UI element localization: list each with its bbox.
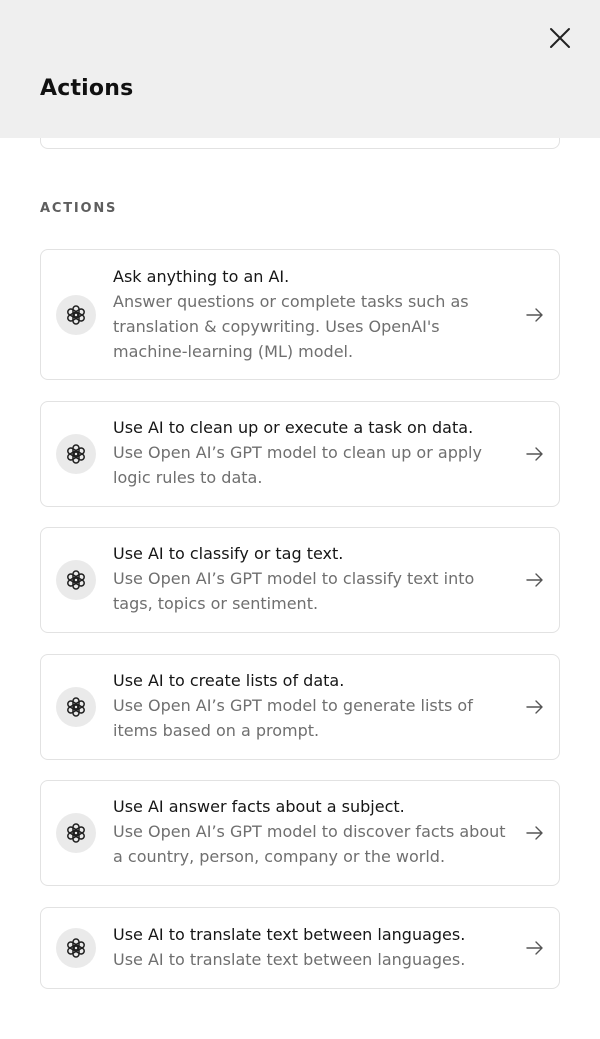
- action-card-ask-anything[interactable]: Ask anything to an AI. Answer questions …: [40, 249, 560, 380]
- action-title: Use AI answer facts about a subject.: [113, 797, 405, 816]
- action-description: Answer questions or complete tasks such …: [113, 292, 469, 361]
- action-title: Use AI to translate text between languag…: [113, 925, 466, 944]
- previous-card[interactable]: [40, 138, 560, 149]
- openai-icon: [56, 560, 96, 600]
- arrow-right-icon: [525, 823, 545, 843]
- action-card-clean-up-data[interactable]: Use AI to clean up or execute a task on …: [40, 401, 560, 507]
- actions-panel-header: Actions: [0, 0, 600, 138]
- openai-icon: [56, 294, 96, 335]
- close-icon: [550, 28, 570, 48]
- openai-icon: [56, 434, 96, 474]
- arrow-right-icon: [525, 938, 545, 958]
- openai-icon: [56, 928, 96, 968]
- action-card-create-lists[interactable]: Use AI to create lists of data. Use Open…: [40, 654, 560, 760]
- arrow-right-icon: [525, 570, 545, 590]
- actions-scroll-area[interactable]: ACTIONS Ask anything to an AI. Answer qu…: [0, 138, 600, 1039]
- action-description: Use Open AI’s GPT model to discover fact…: [113, 822, 506, 866]
- action-title: Use AI to classify or tag text.: [113, 544, 344, 563]
- section-heading: ACTIONS: [40, 201, 118, 216]
- close-button[interactable]: [546, 24, 574, 52]
- action-description: Use Open AI’s GPT model to generate list…: [113, 696, 473, 740]
- arrow-right-icon: [525, 697, 545, 717]
- action-description: Use Open AI’s GPT model to classify text…: [113, 569, 475, 613]
- action-title: Use AI to create lists of data.: [113, 671, 345, 690]
- action-description: Use AI to translate text between languag…: [113, 950, 466, 969]
- action-card-classify-text[interactable]: Use AI to classify or tag text. Use Open…: [40, 527, 560, 633]
- arrow-right-icon: [525, 305, 545, 325]
- action-title: Use AI to clean up or execute a task on …: [113, 418, 474, 437]
- action-card-answer-facts[interactable]: Use AI answer facts about a subject. Use…: [40, 780, 560, 886]
- page-title: Actions: [40, 76, 134, 101]
- action-card-translate-text[interactable]: Use AI to translate text between languag…: [40, 907, 560, 989]
- arrow-right-icon: [525, 444, 545, 464]
- openai-icon: [56, 687, 96, 727]
- action-title: Ask anything to an AI.: [113, 267, 290, 286]
- action-description: Use Open AI’s GPT model to clean up or a…: [113, 443, 482, 487]
- openai-icon: [56, 813, 96, 853]
